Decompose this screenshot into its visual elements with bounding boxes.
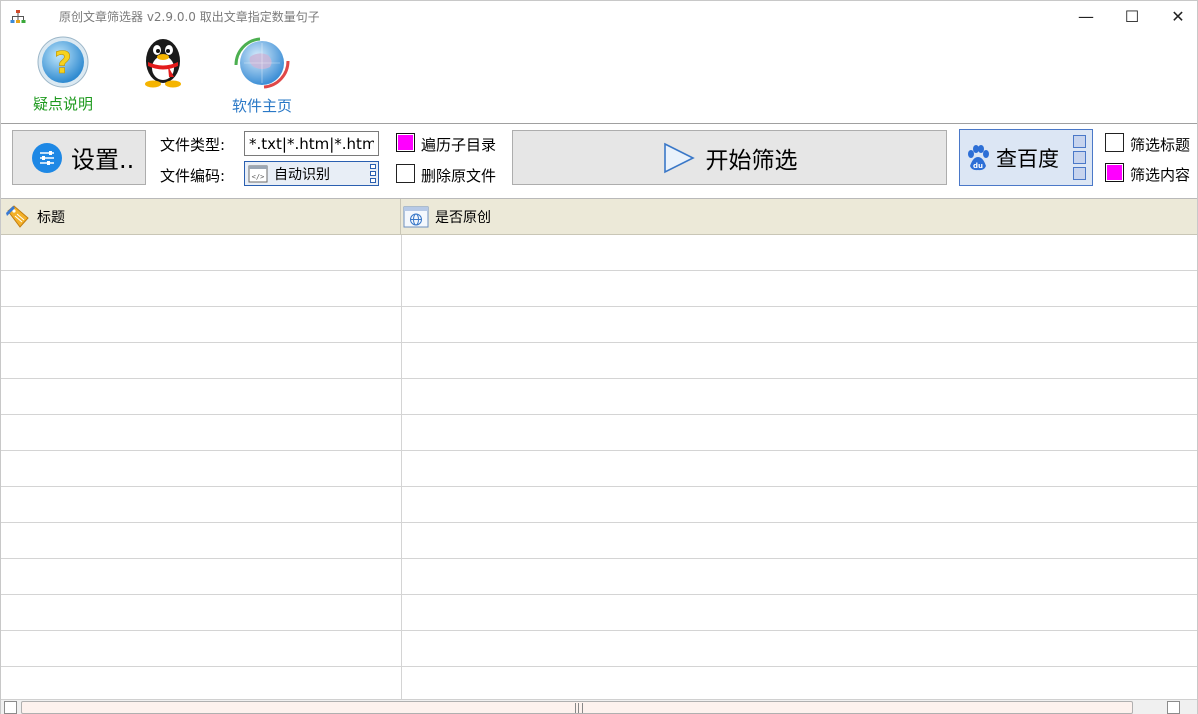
file-encoding-label: 文件编码: xyxy=(160,167,226,185)
play-icon xyxy=(663,142,695,173)
recurse-subdirs-checkbox[interactable] xyxy=(396,133,415,152)
title-bar: 原创文章筛选器 v2.9.0.0 取出文章指定数量句子查 — ☐ ✕ xyxy=(1,1,1197,31)
table-row[interactable] xyxy=(1,379,1197,415)
sliders-icon xyxy=(32,142,62,173)
help-question-icon: ? xyxy=(37,36,89,88)
delete-original-checkbox[interactable] xyxy=(396,164,415,183)
column-header-title[interactable]: 标题 xyxy=(5,199,401,235)
settings-button[interactable]: 设置.. xyxy=(12,130,146,185)
baidu-paw-icon: du xyxy=(968,144,989,170)
filter-title-checkbox[interactable] xyxy=(1105,133,1124,152)
app-tree-icon xyxy=(10,10,26,23)
web-page-icon xyxy=(403,206,429,228)
table-row[interactable] xyxy=(1,631,1197,667)
table-row[interactable] xyxy=(1,307,1197,343)
toolbar-divider xyxy=(1,123,1197,124)
qq-penguin-icon xyxy=(145,39,181,88)
column-header-original[interactable]: 是否原创 xyxy=(403,199,1197,235)
table-row[interactable] xyxy=(1,487,1197,523)
file-encoding-value: 自动识别 xyxy=(274,166,330,183)
search-baidu-button[interactable]: du 查百度 xyxy=(959,129,1093,186)
homepage-tool-button[interactable]: 软件主页 xyxy=(221,35,303,116)
window-title: 原创文章筛选器 v2.9.0.0 取出文章指定数量句子查 xyxy=(59,10,319,24)
table-row[interactable] xyxy=(1,343,1197,379)
grid-header: 标题 是否原创 xyxy=(1,199,1197,235)
help-label: 疑点说明 xyxy=(32,95,93,113)
delete-original-label: 删除原文件 xyxy=(421,167,497,185)
title-tag-icon xyxy=(6,205,29,228)
file-encoding-select[interactable]: </> 自动识别 xyxy=(244,161,379,186)
table-row[interactable] xyxy=(1,415,1197,451)
start-filter-label: 开始筛选 xyxy=(705,147,798,174)
help-tool-button[interactable]: ? 疑点说明 xyxy=(23,35,103,114)
search-baidu-label: 查百度 xyxy=(996,146,1059,171)
table-row[interactable] xyxy=(1,595,1197,631)
filter-content-checkbox[interactable] xyxy=(1105,163,1124,182)
settings-label: 设置.. xyxy=(71,146,135,174)
scroll-track[interactable] xyxy=(21,701,1133,714)
globe-home-icon xyxy=(234,37,290,89)
table-row[interactable] xyxy=(1,559,1197,595)
code-file-icon: </> xyxy=(248,165,268,182)
table-row[interactable] xyxy=(1,271,1197,307)
table-row[interactable] xyxy=(1,451,1197,487)
homepage-label: 软件主页 xyxy=(231,97,292,115)
start-filter-button[interactable]: 开始筛选 xyxy=(512,130,947,185)
file-type-label: 文件类型: xyxy=(160,136,226,154)
filter-content-label: 筛选内容 xyxy=(1130,166,1191,184)
close-button[interactable]: ✕ xyxy=(1155,1,1198,31)
horizontal-scrollbar[interactable] xyxy=(1,699,1197,714)
svg-text:</>: </> xyxy=(252,173,265,181)
svg-text:?: ? xyxy=(54,46,71,81)
qq-tool-button[interactable] xyxy=(123,35,203,89)
scroll-left-button[interactable] xyxy=(4,701,17,714)
maximize-button[interactable]: ☐ xyxy=(1109,1,1155,31)
table-row[interactable] xyxy=(1,667,1197,703)
column-original-label: 是否原创 xyxy=(435,210,491,226)
recurse-subdirs-label: 遍历子目录 xyxy=(421,136,497,154)
minimize-button[interactable]: — xyxy=(1063,1,1109,31)
table-row[interactable] xyxy=(1,235,1197,271)
filter-title-label: 筛选标题 xyxy=(1130,136,1191,154)
dropdown-grip-icon xyxy=(370,164,376,183)
results-grid[interactable]: 标题 是否原创 xyxy=(1,198,1197,703)
file-type-input[interactable] xyxy=(244,131,379,156)
grid-body xyxy=(1,235,1197,703)
column-title-label: 标题 xyxy=(37,210,65,226)
app-window: 原创文章筛选器 v2.9.0.0 取出文章指定数量句子查 — ☐ ✕ ? 疑点说… xyxy=(0,0,1198,714)
baidu-grip-icon xyxy=(1073,135,1086,180)
scroll-thumb-grip[interactable] xyxy=(575,703,583,713)
scroll-right-button[interactable] xyxy=(1167,701,1180,714)
table-row[interactable] xyxy=(1,523,1197,559)
svg-text:du: du xyxy=(973,162,983,170)
